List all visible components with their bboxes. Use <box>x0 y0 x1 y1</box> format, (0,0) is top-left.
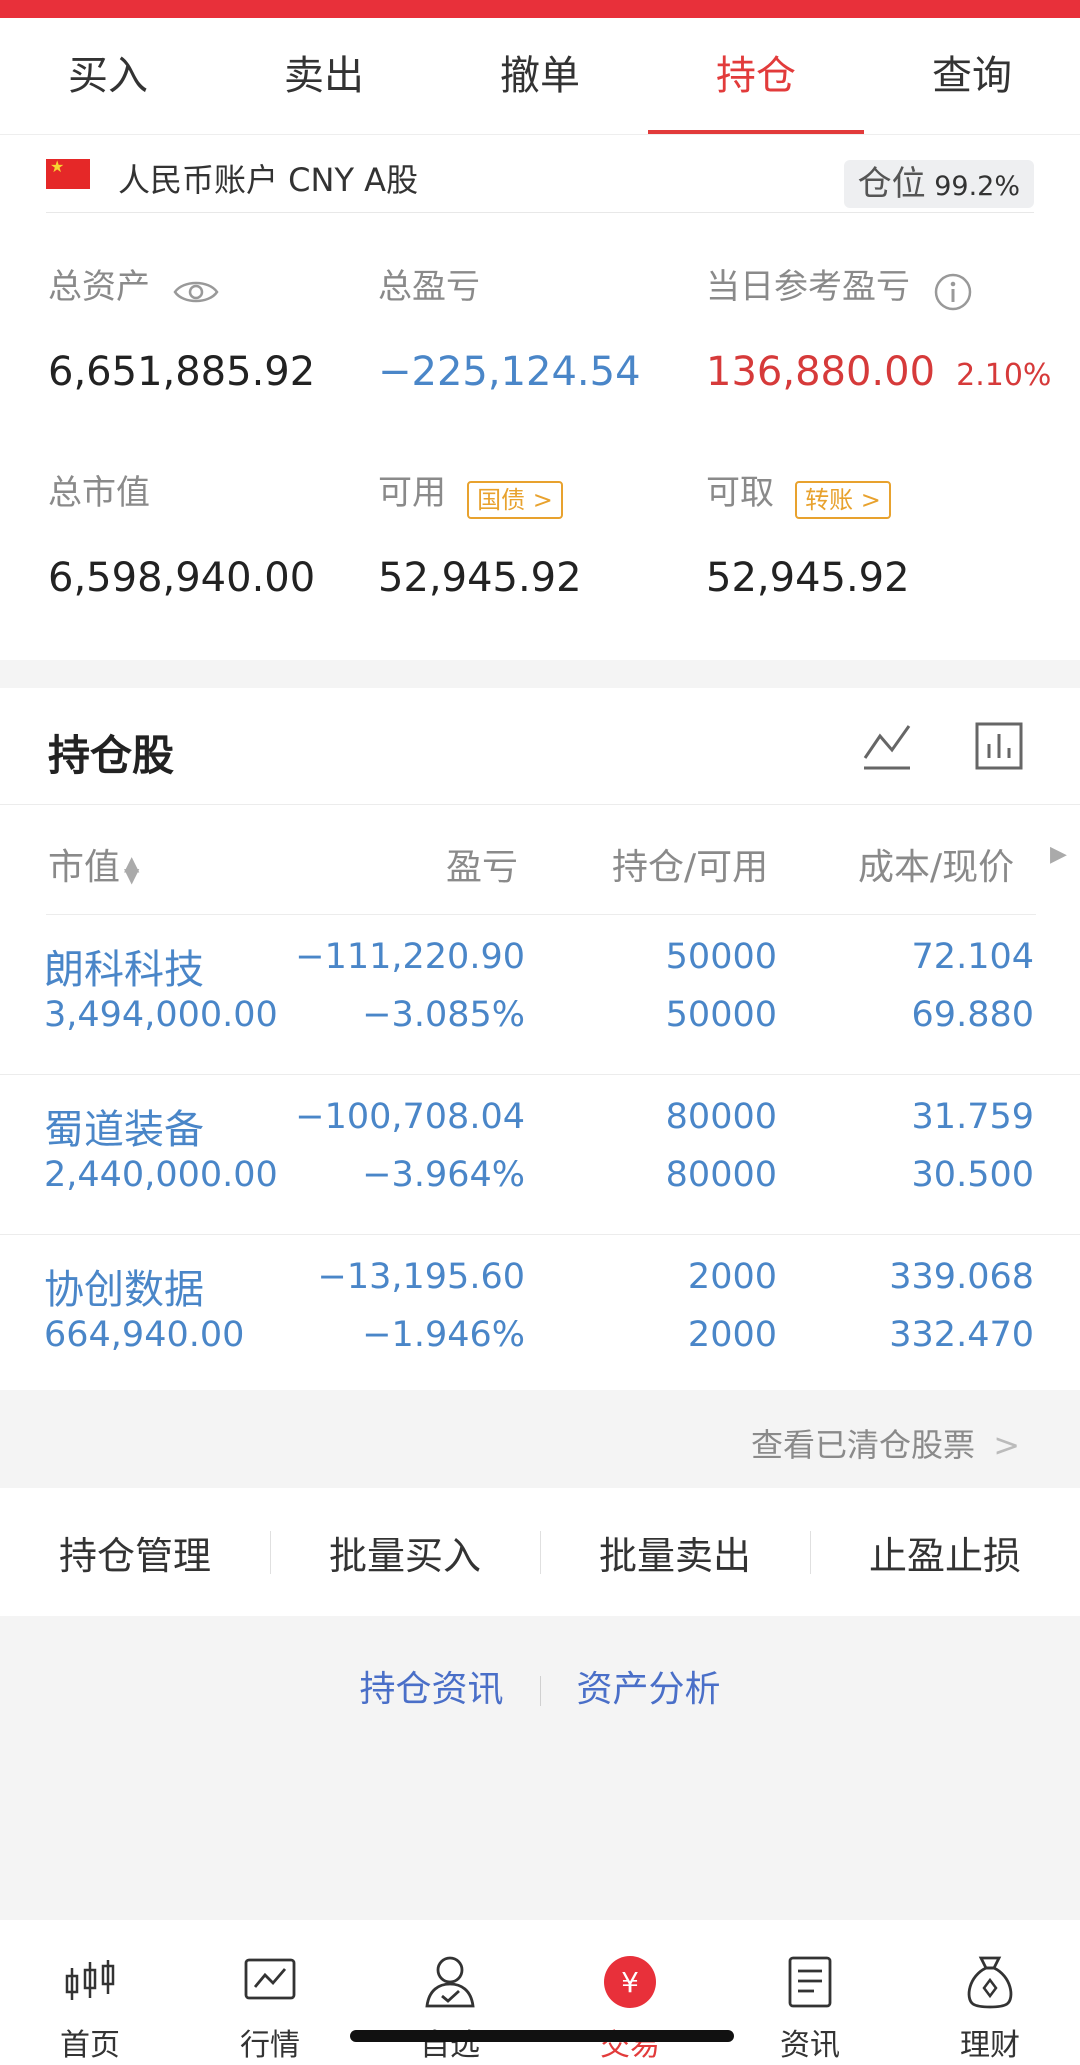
stock-price: 332.470 <box>889 1315 1034 1355</box>
stock-name: 蜀道装备 <box>44 1107 204 1153</box>
holdings-title: 持仓股 <box>48 731 175 780</box>
stock-available: 2000 <box>687 1315 777 1355</box>
transfer-button[interactable]: 转账 > <box>795 480 891 519</box>
tab-query[interactable]: 查询 <box>864 18 1080 134</box>
stock-pnl: −111,220.90 <box>295 937 525 977</box>
batch-sell-button[interactable]: 批量卖出 <box>540 1525 810 1580</box>
asset-analysis-link[interactable]: 资产分析 <box>577 1669 721 1710</box>
asset-summary: 总资产 6,651,885.92 总盈亏 −225,124.54 当日参考盈亏 … <box>0 213 1080 660</box>
total-assets-label: 总资产 <box>48 267 150 307</box>
sort-icon: ▲ ▼ <box>124 851 140 887</box>
nav-news[interactable]: 资讯 <box>720 1920 900 2065</box>
line-chart-icon[interactable] <box>862 720 912 776</box>
withdrawable-label: 可取 <box>706 473 774 513</box>
daily-pnl-percent: 2.10% <box>956 358 1052 393</box>
holdings-header: 市值 ▲ ▼ 盈亏 持仓/可用 成本/现价 ▶ <box>0 806 1080 916</box>
total-pnl-value: −225,124.54 <box>378 349 641 395</box>
svg-text:¥: ¥ <box>621 1966 639 1999</box>
stock-market-value: 3,494,000.00 <box>44 995 278 1035</box>
stock-name: 朗科科技 <box>44 947 204 993</box>
trade-tabs: 买入 卖出 撤单 持仓 查询 <box>0 18 1080 135</box>
nav-wealth[interactable]: 理财 <box>900 1920 1080 2065</box>
account-label[interactable]: 人民币账户 CNY A股 <box>118 155 418 201</box>
table-row[interactable]: 朗科科技 3,494,000.00 −111,220.90 −3.085% 50… <box>0 915 1080 1074</box>
stock-pnl-pct: −3.964% <box>362 1155 525 1195</box>
withdrawable-value: 52,945.92 <box>706 555 910 601</box>
nav-market[interactable]: 行情 <box>180 1920 360 2065</box>
col-cost-price: 成本/现价 <box>858 847 1015 888</box>
stock-pnl-pct: −1.946% <box>362 1315 525 1355</box>
nav-home[interactable]: 首页 <box>0 1920 180 2065</box>
stock-position: 2000 <box>687 1257 777 1297</box>
stock-name: 协创数据 <box>44 1267 204 1313</box>
divider <box>0 804 1080 805</box>
yen-coin-icon: ¥ <box>540 1950 720 2014</box>
account-bar: 人民币账户 CNY A股 仓位 99.2% <box>0 135 1080 213</box>
col-market-value[interactable]: 市值 ▲ ▼ <box>48 838 139 890</box>
available-label: 可用 <box>378 473 446 513</box>
stock-market-value: 664,940.00 <box>44 1315 245 1355</box>
person-check-icon <box>360 1950 540 2014</box>
daily-pnl-value: 136,880.00 <box>706 349 936 395</box>
info-icon[interactable] <box>933 272 973 316</box>
nav-watchlist[interactable]: 自选 <box>360 1920 540 2065</box>
chart-monitor-icon <box>180 1950 360 2014</box>
position-value: 99.2% <box>934 171 1020 202</box>
total-pnl-label: 总盈亏 <box>378 267 480 307</box>
scroll-right-icon[interactable]: ▶ <box>1050 842 1067 867</box>
status-bar <box>0 0 1080 18</box>
money-bag-icon <box>900 1950 1080 2014</box>
table-row[interactable]: 协创数据 664,940.00 −13,195.60 −1.946% 2000 … <box>0 1235 1080 1394</box>
china-flag-icon <box>46 157 90 189</box>
treasury-bond-button[interactable]: 国债 > <box>467 480 563 519</box>
stock-available: 50000 <box>665 995 777 1035</box>
tab-holdings[interactable]: 持仓 <box>648 18 864 134</box>
holdings-news-link[interactable]: 持仓资讯 <box>359 1669 503 1710</box>
stock-cost: 31.759 <box>911 1097 1034 1137</box>
stock-cost: 339.068 <box>889 1257 1034 1297</box>
col-pnl: 盈亏 <box>446 847 519 888</box>
position-badge: 仓位 99.2% <box>843 160 1034 208</box>
stock-cost: 72.104 <box>911 937 1034 977</box>
stock-available: 80000 <box>665 1155 777 1195</box>
available-value: 52,945.92 <box>378 555 582 601</box>
batch-buy-button[interactable]: 批量买入 <box>270 1525 540 1580</box>
col-position: 持仓/可用 <box>612 847 769 888</box>
stock-pnl: −100,708.04 <box>295 1097 525 1137</box>
daily-pnl-label: 当日参考盈亏 <box>706 267 910 307</box>
bottom-nav: 首页 行情 自选 ¥ 交易 资讯 理财 <box>0 1920 1080 2065</box>
chevron-right-icon: > <box>993 1426 1020 1464</box>
bar-chart-icon[interactable] <box>974 720 1024 776</box>
holdings-section: 持仓股 市值 ▲ ▼ 盈亏 持仓/可用 成本/现价 ▶ 朗科科技 3,494,000… <box>0 688 1080 1390</box>
stock-price: 30.500 <box>911 1155 1034 1195</box>
stock-pnl: −13,195.60 <box>317 1257 525 1297</box>
eye-icon[interactable] <box>173 277 219 311</box>
home-indicator <box>350 2030 734 2042</box>
tab-sell[interactable]: 卖出 <box>216 18 432 134</box>
stock-position: 80000 <box>665 1097 777 1137</box>
candlestick-icon <box>0 1950 180 2014</box>
table-row[interactable]: 蜀道装备 2,440,000.00 −100,708.04 −3.964% 80… <box>0 1075 1080 1234</box>
info-links: 持仓资讯 资产分析 <box>0 1660 1080 1712</box>
stock-market-value: 2,440,000.00 <box>44 1155 278 1195</box>
tab-cancel[interactable]: 撤单 <box>432 18 648 134</box>
cleared-stocks-link[interactable]: 查看已清仓股票 > <box>751 1420 1020 1466</box>
market-value-value: 6,598,940.00 <box>48 555 316 601</box>
divider <box>539 1676 541 1706</box>
stock-position: 50000 <box>665 937 777 977</box>
position-label: 仓位 <box>857 164 926 204</box>
document-icon <box>720 1950 900 2014</box>
holding-actions: 持仓管理 批量买入 批量卖出 止盈止损 <box>0 1488 1080 1616</box>
position-manage-button[interactable]: 持仓管理 <box>0 1525 270 1580</box>
stop-profit-loss-button[interactable]: 止盈止损 <box>810 1525 1080 1580</box>
total-assets-value: 6,651,885.92 <box>48 349 316 395</box>
stock-price: 69.880 <box>911 995 1034 1035</box>
market-value-label: 总市值 <box>48 473 150 513</box>
cleared-stocks-bar: 查看已清仓股票 > <box>0 1390 1080 1488</box>
nav-trade[interactable]: ¥ 交易 <box>540 1920 720 2065</box>
stock-pnl-pct: −3.085% <box>362 995 525 1035</box>
tab-buy[interactable]: 买入 <box>0 18 216 134</box>
